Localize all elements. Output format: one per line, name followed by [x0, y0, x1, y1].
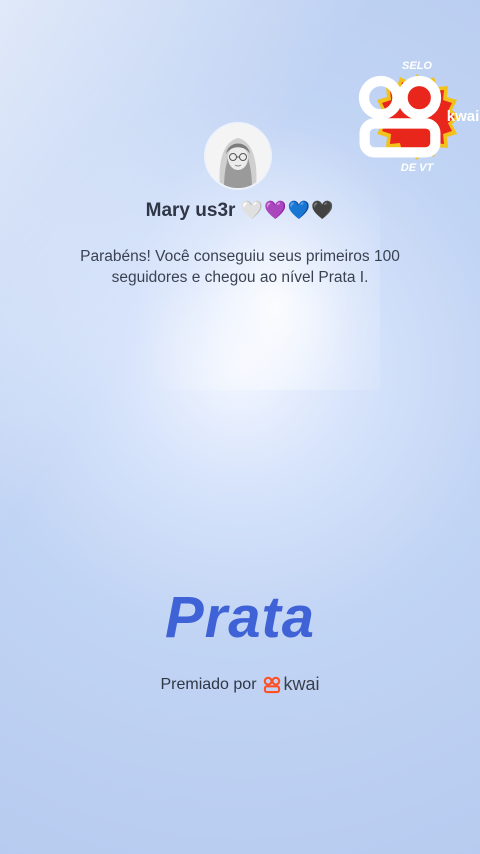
level-title: Prata: [164, 585, 316, 650]
awarded-by-footer: Premiado por kwai: [0, 674, 480, 695]
selo-kwai-badge: SELO kwai DE VT: [358, 60, 479, 174]
avatar-sketch-image: [206, 124, 270, 188]
kwai-logo-icon: [355, 72, 445, 162]
badge-bottom-text: DE VT: [400, 162, 434, 174]
avatar[interactable]: [206, 124, 270, 188]
badge-top-text: SELO: [402, 60, 432, 72]
profile-name: Mary us3r: [145, 200, 236, 221]
kwai-brand-text: kwai: [283, 674, 320, 694]
profile-name-row: Mary us3r 🤍💜💙🖤: [0, 200, 480, 222]
kwai-logo-icon: [263, 676, 281, 694]
awarded-by-label: Premiado por: [160, 675, 257, 693]
badge-brand-text: kwai: [446, 108, 480, 125]
heart-emojis: 🤍💜💙🖤: [240, 200, 335, 220]
congratulations-message: Parabéns! Você conseguiu seus primeiros …: [80, 248, 400, 286]
kwai-brand: kwai: [263, 674, 320, 695]
